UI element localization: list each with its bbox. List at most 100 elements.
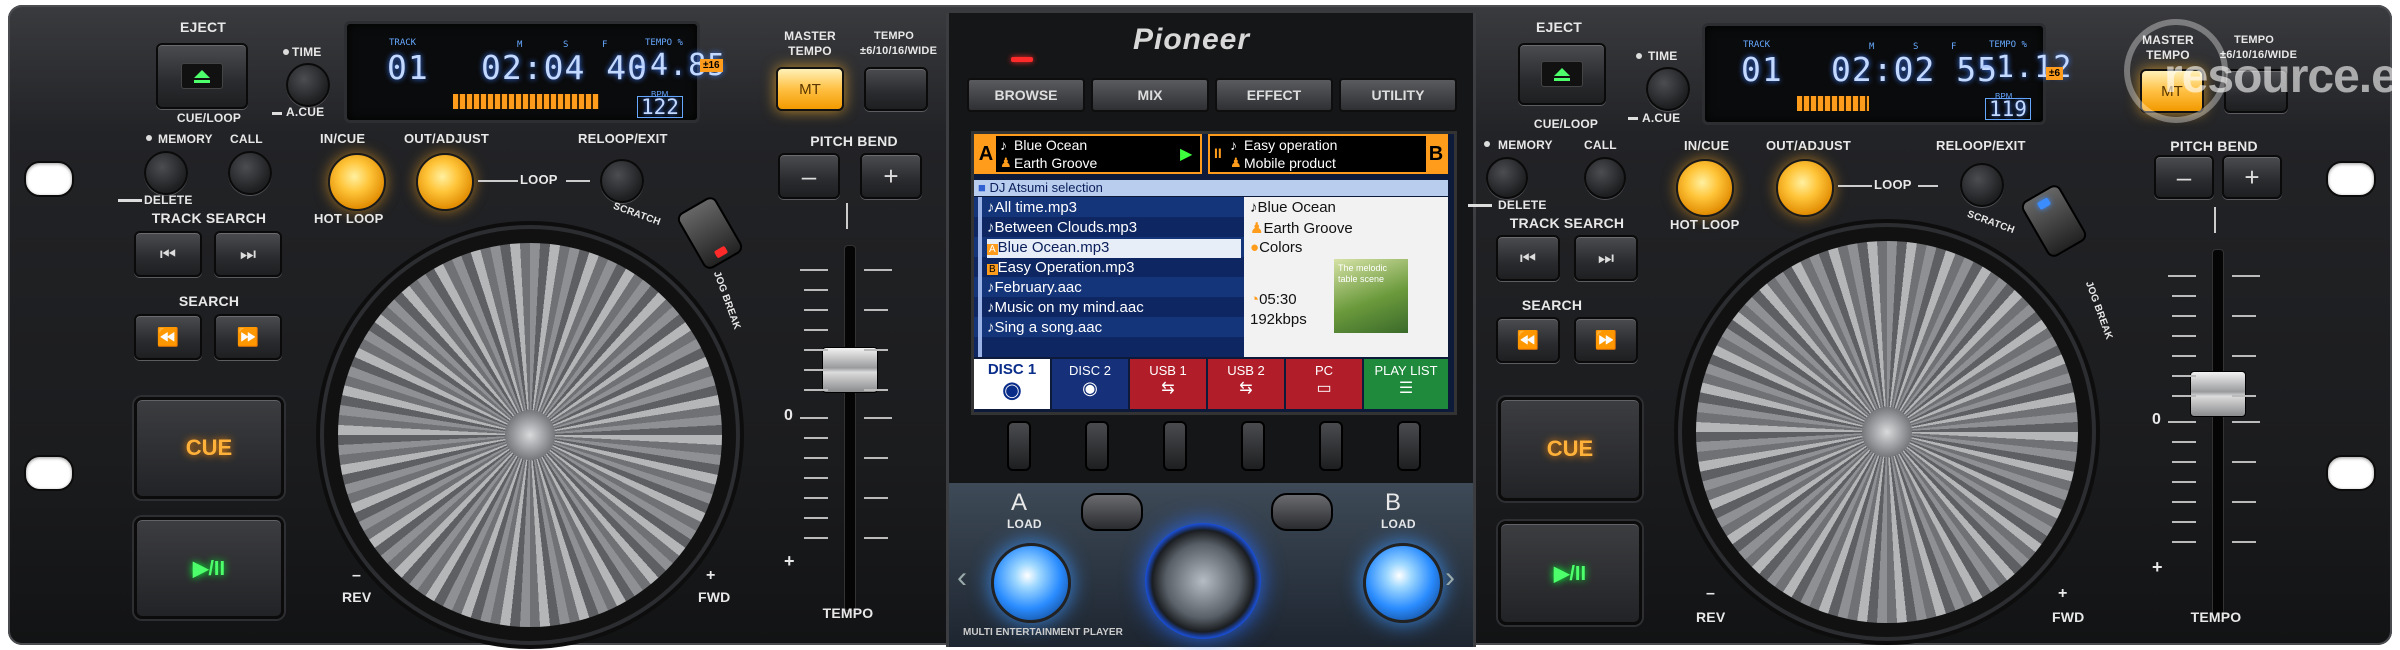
deck-b-artist: Mobile product	[1244, 155, 1336, 171]
track-label: TRACK	[389, 38, 417, 48]
list-item[interactable]: ♪Music on my mind.aac	[987, 299, 1241, 318]
loop-label: LOOP	[520, 172, 558, 187]
chevron-left-icon[interactable]: ‹	[957, 561, 967, 595]
soft-key-2[interactable]	[1085, 421, 1109, 471]
call-button[interactable]	[228, 151, 272, 195]
source-disc2[interactable]: DISC 2 ◉	[1052, 359, 1128, 409]
soft-key-5[interactable]	[1319, 421, 1343, 471]
pitch-bend-minus-button[interactable]: –	[2154, 155, 2214, 199]
track-search-forward-button[interactable]: ⏭	[214, 231, 282, 277]
call-button[interactable]	[1584, 157, 1626, 199]
load-a-button[interactable]	[991, 543, 1071, 623]
loop-out-adjust-button[interactable]	[416, 153, 474, 211]
soft-key-6[interactable]	[1397, 421, 1421, 471]
source-disc1[interactable]: DISC 1 ◉	[974, 359, 1050, 409]
cue-button[interactable]: CUE	[1498, 397, 1642, 501]
a-cue-label: A.CUE	[286, 105, 325, 119]
memory-button[interactable]	[1486, 157, 1528, 199]
time-label: TIME	[1648, 49, 1678, 63]
tempo-range-badge: ±16	[700, 59, 723, 72]
rewind-icon: ⏪	[156, 326, 180, 347]
load-b-button[interactable]	[1363, 543, 1443, 623]
tempo-fader-track	[2212, 249, 2224, 621]
soft-key-1[interactable]	[1007, 421, 1031, 471]
list-item[interactable]: ♪February.aac	[987, 279, 1241, 298]
list-item[interactable]: ♪Between Clouds.mp3	[987, 219, 1241, 238]
eject-label: EJECT	[1535, 19, 1583, 35]
reloop-exit-button[interactable]	[600, 159, 644, 203]
eject-button[interactable]	[156, 43, 248, 109]
play-pause-button[interactable]: ▶/II	[1498, 521, 1642, 625]
tab-utility[interactable]: UTILITY	[1339, 78, 1457, 112]
list-item[interactable]: ♪Sing a song.aac	[987, 319, 1241, 338]
tab-browse[interactable]: BROWSE	[967, 78, 1085, 112]
browser-screen: A ♪ Blue Ocean ♟ Earth Groove ▶ II ♪ Eas…	[971, 131, 1457, 415]
tempo-fader[interactable]	[2190, 371, 2246, 417]
back-button[interactable]	[1081, 493, 1143, 531]
search-fastforward-button[interactable]: ⏩	[1574, 317, 1638, 363]
memory-button[interactable]	[144, 151, 188, 195]
time-mode-button[interactable]	[286, 63, 330, 107]
soft-key-4[interactable]	[1241, 421, 1265, 471]
fwd-label: FWD	[698, 589, 731, 605]
bpm-value: 122	[637, 96, 683, 118]
bpm-value: 119	[1985, 98, 2031, 120]
time-mode-button[interactable]	[1646, 67, 1690, 111]
music-note-icon: ♪	[1230, 137, 1237, 153]
play-pause-button[interactable]: ▶/II	[134, 517, 284, 619]
jog-wheel[interactable]	[338, 243, 722, 627]
track-search-back-button[interactable]: ⏮	[1496, 235, 1560, 281]
list-item[interactable]: ♪All time.mp3	[987, 199, 1241, 218]
source-usb2[interactable]: USB 2 ⇆	[1208, 359, 1284, 409]
list-scrollbar[interactable]	[978, 197, 982, 357]
pitch-bend-plus-button[interactable]: +	[860, 153, 922, 199]
loop-in-cue-button[interactable]	[1676, 159, 1734, 217]
source-usb1[interactable]: USB 1 ⇆	[1130, 359, 1206, 409]
jog-wheel[interactable]	[1696, 241, 2078, 623]
memory-dot	[1484, 141, 1490, 147]
tag-button[interactable]	[1271, 493, 1333, 531]
loop-line	[566, 180, 590, 182]
jog-break-knob[interactable]	[2018, 182, 2090, 260]
list-item-selected[interactable]: A Blue Ocean.mp3	[987, 239, 1241, 258]
tempo-label: TEMPO %	[1989, 40, 2027, 50]
tab-effect[interactable]: EFFECT	[1215, 78, 1333, 112]
loop-out-adjust-button[interactable]	[1776, 159, 1834, 217]
track-search-back-button[interactable]: ⏮	[134, 231, 202, 277]
track-search-forward-button[interactable]: ⏭	[1574, 235, 1638, 281]
source-pc[interactable]: PC ▭	[1286, 359, 1362, 409]
reloop-exit-button[interactable]	[1960, 163, 2004, 207]
chevron-right-icon[interactable]: ›	[1445, 561, 1455, 595]
eject-button[interactable]	[1518, 43, 1606, 105]
tempo-fader[interactable]	[822, 347, 878, 393]
rack-hole	[24, 455, 74, 491]
master-tempo-button[interactable]: MT	[776, 67, 844, 111]
deck-b-now-playing[interactable]: II ♪ Easy operation ♟ Mobile product B	[1208, 134, 1448, 174]
rotary-selector-knob[interactable]	[1145, 523, 1261, 639]
pitch-bend-plus-button[interactable]: +	[2222, 155, 2282, 199]
list-item[interactable]: B Easy Operation.mp3	[987, 259, 1241, 278]
jog-break-label: JOG BREAK	[2082, 279, 2115, 342]
reloop-exit-label: RELOOP/EXIT	[1936, 138, 2026, 153]
usb-icon: ⇆	[1161, 380, 1175, 397]
tempo-range-button[interactable]	[864, 67, 928, 111]
pitch-bend-minus-button[interactable]: –	[778, 153, 840, 199]
loop-in-cue-button[interactable]	[328, 153, 386, 211]
tempo-zero-mark: 0	[2152, 411, 2162, 428]
search-rewind-button[interactable]: ⏪	[134, 314, 202, 360]
time-label: TIME	[292, 45, 322, 59]
search-rewind-button[interactable]: ⏪	[1496, 317, 1560, 363]
track-label: TRACK	[1743, 40, 1771, 50]
footer-label: MULTI ENTERTAINMENT PLAYER	[963, 627, 1123, 638]
deck-a-now-playing[interactable]: A ♪ Blue Ocean ♟ Earth Groove ▶	[974, 134, 1202, 174]
delete-dash	[118, 199, 142, 202]
source-playlist[interactable]: PLAY LIST ☰	[1364, 359, 1448, 409]
center-browser-unit: Pioneer BROWSE MIX EFFECT UTILITY A ♪ Bl…	[946, 13, 1476, 647]
delete-label: DELETE	[1498, 198, 1547, 212]
search-fastforward-button[interactable]: ⏩	[214, 314, 282, 360]
tab-mix[interactable]: MIX	[1091, 78, 1209, 112]
pitch-bend-tick	[2214, 207, 2216, 233]
jog-break-knob[interactable]	[674, 194, 746, 272]
cue-button[interactable]: CUE	[134, 397, 284, 499]
soft-key-3[interactable]	[1163, 421, 1187, 471]
